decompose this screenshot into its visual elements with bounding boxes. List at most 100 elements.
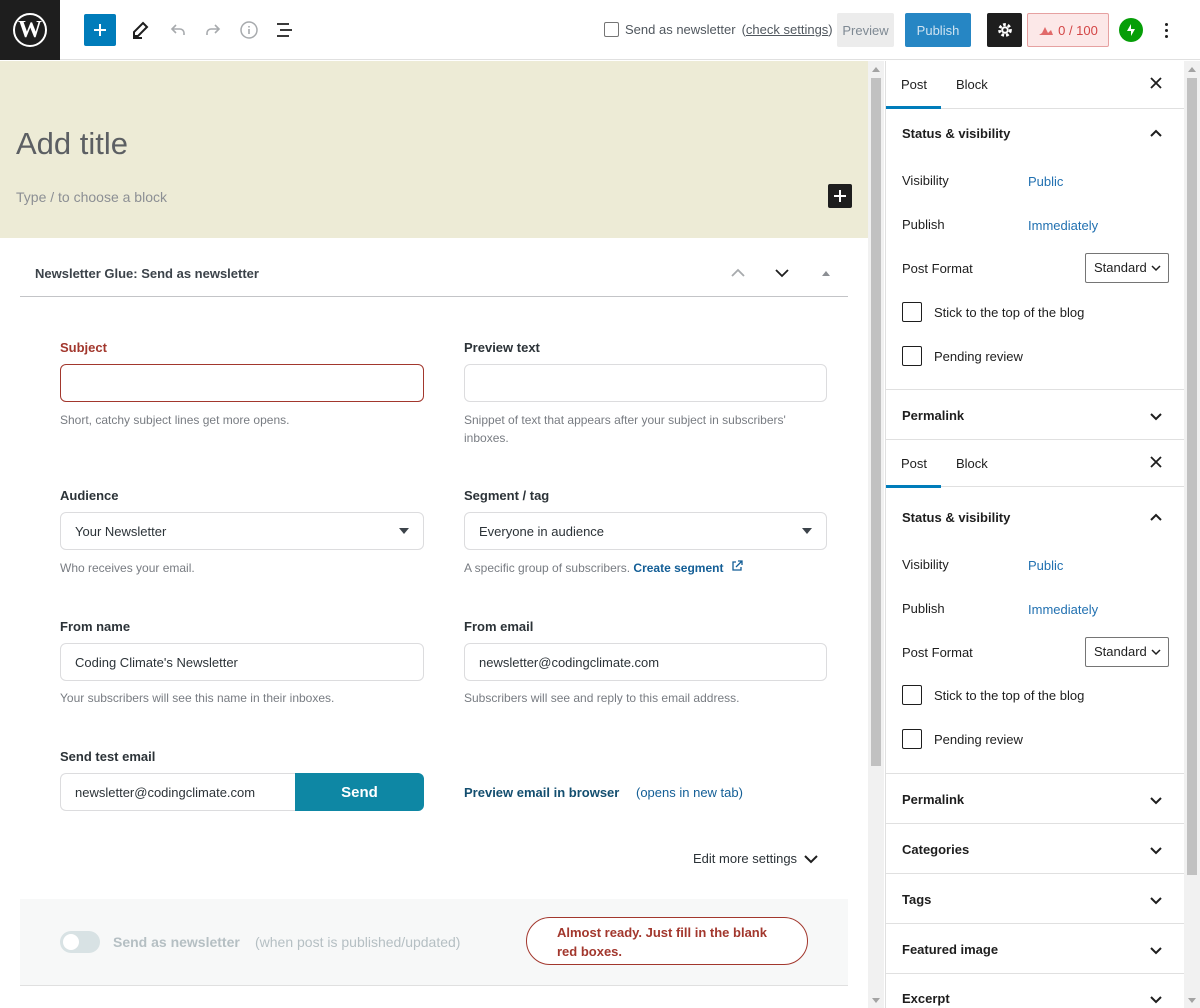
- chevron-up-icon[interactable]: [1149, 510, 1163, 524]
- create-segment-link[interactable]: Create segment: [633, 560, 743, 575]
- jetpack-button[interactable]: [1119, 18, 1143, 42]
- chevron-down-icon[interactable]: [1149, 992, 1163, 1006]
- pencil-icon: [133, 21, 149, 39]
- settings-button[interactable]: [987, 13, 1022, 47]
- chevron-up-icon[interactable]: [1149, 126, 1163, 140]
- editor-toolbar: W Send as newsletter (check settings) Pr…: [0, 0, 1200, 60]
- permalink-heading[interactable]: Permalink: [902, 792, 964, 807]
- preview-in-browser-link[interactable]: Preview email in browser: [464, 785, 619, 800]
- plus-icon: [834, 190, 846, 202]
- details-button[interactable]: [233, 14, 265, 46]
- from-email-label: From email: [464, 619, 534, 634]
- sidebar-scroll-thumb[interactable]: [1187, 78, 1197, 875]
- seo-score-button[interactable]: 0 / 100: [1027, 13, 1109, 47]
- permalink-heading[interactable]: Permalink: [902, 408, 964, 423]
- sidebar-scrollbar[interactable]: [1184, 61, 1200, 1008]
- scroll-down-arrow[interactable]: [1184, 992, 1200, 1008]
- excerpt-heading[interactable]: Excerpt: [902, 991, 950, 1006]
- segment-label: Segment / tag: [464, 488, 550, 503]
- alert-line-1: Almost ready. Just fill in the blank: [557, 925, 767, 940]
- post-format-label: Post Format: [902, 645, 973, 660]
- divider: [886, 773, 1184, 774]
- block-appender[interactable]: Type / to choose a block: [16, 189, 167, 205]
- scroll-up-arrow[interactable]: [868, 61, 884, 77]
- chevron-down-icon[interactable]: [1149, 943, 1163, 957]
- publish-date-link[interactable]: Immediately: [1028, 602, 1098, 617]
- close-icon[interactable]: [1148, 75, 1164, 91]
- send-as-newsletter-switch[interactable]: [60, 931, 100, 953]
- pending-review-checkbox[interactable]: [902, 346, 922, 366]
- send-as-newsletter-checkbox[interactable]: [604, 22, 619, 37]
- publish-label: Publish: [902, 217, 945, 232]
- sticky-label: Stick to the top of the blog: [934, 688, 1085, 703]
- send-as-newsletter-toggle[interactable]: Send as newsletter (check settings): [604, 22, 833, 37]
- tools-button[interactable]: [124, 14, 156, 46]
- arrow-up-icon: [872, 66, 880, 72]
- test-email-input[interactable]: newsletter@codingclimate.com: [60, 773, 296, 811]
- editor-scrollbar[interactable]: [868, 61, 884, 1008]
- close-icon[interactable]: [1148, 454, 1164, 470]
- options-menu-button[interactable]: [1156, 14, 1176, 46]
- segment-select[interactable]: Everyone in audience: [464, 512, 827, 550]
- move-down-button[interactable]: [770, 261, 794, 285]
- tags-heading[interactable]: Tags: [902, 892, 931, 907]
- featured-image-heading[interactable]: Featured image: [902, 942, 998, 957]
- editor-canvas: Add title Type / to choose a block Newsl…: [0, 61, 868, 1008]
- preview-button[interactable]: Preview: [837, 13, 894, 47]
- from-name-input[interactable]: Coding Climate's Newsletter: [60, 643, 424, 681]
- active-tab-indicator: [886, 485, 941, 488]
- seo-score-label: 0 / 100: [1058, 22, 1098, 38]
- wordpress-logo[interactable]: W: [0, 0, 60, 60]
- pending-review-checkbox[interactable]: [902, 729, 922, 749]
- categories-heading[interactable]: Categories: [902, 842, 969, 857]
- edit-more-settings-button[interactable]: Edit more settings: [693, 851, 818, 866]
- create-segment-label: Create segment: [633, 561, 724, 575]
- editor-scroll-thumb[interactable]: [871, 78, 881, 766]
- scroll-down-arrow[interactable]: [868, 992, 884, 1008]
- status-visibility-heading[interactable]: Status & visibility: [902, 510, 1010, 525]
- segment-help: A specific group of subscribers. Create …: [464, 559, 743, 577]
- send-test-button[interactable]: Send: [295, 773, 424, 811]
- post-title-input[interactable]: Add title: [16, 126, 128, 162]
- tab-post[interactable]: Post: [901, 456, 927, 471]
- post-format-select[interactable]: Standard: [1085, 253, 1169, 283]
- tab-block[interactable]: Block: [956, 456, 988, 471]
- redo-button[interactable]: [197, 14, 229, 46]
- chevron-down-icon[interactable]: [1149, 893, 1163, 907]
- undo-button[interactable]: [162, 14, 194, 46]
- from-email-input[interactable]: newsletter@codingclimate.com: [464, 643, 827, 681]
- list-view-button[interactable]: [269, 14, 301, 46]
- chevron-down-icon[interactable]: [1149, 793, 1163, 807]
- publish-date-link[interactable]: Immediately: [1028, 218, 1098, 233]
- wordpress-icon: W: [13, 13, 47, 47]
- chevron-down-icon[interactable]: [1149, 843, 1163, 857]
- add-block-button[interactable]: [84, 14, 116, 46]
- sticky-checkbox[interactable]: [902, 302, 922, 322]
- check-settings-link[interactable]: check settings: [746, 22, 828, 37]
- post-format-select[interactable]: Standard: [1085, 637, 1169, 667]
- gear-icon: [997, 23, 1012, 37]
- newsletter-status-bar: Send as newsletter (when post is publish…: [20, 899, 848, 985]
- audience-select[interactable]: Your Newsletter: [60, 512, 424, 550]
- inline-add-block-button[interactable]: [828, 184, 852, 208]
- kebab-dot: [1164, 28, 1168, 32]
- preview-text-input[interactable]: [464, 364, 827, 402]
- switch-label: Send as newsletter: [113, 934, 240, 950]
- move-up-button[interactable]: [726, 261, 750, 285]
- kebab-dot: [1164, 34, 1168, 38]
- tab-block[interactable]: Block: [956, 77, 988, 92]
- visibility-value-link[interactable]: Public: [1028, 558, 1063, 573]
- chevron-down-icon[interactable]: [1149, 409, 1163, 423]
- subject-input[interactable]: [60, 364, 424, 402]
- visibility-label: Visibility: [902, 173, 949, 188]
- publish-button[interactable]: Publish: [905, 13, 971, 47]
- tab-post[interactable]: Post: [901, 77, 927, 92]
- visibility-value-link[interactable]: Public: [1028, 174, 1063, 189]
- divider: [886, 873, 1184, 874]
- post-format-value: Standard: [1094, 260, 1147, 275]
- scroll-up-arrow[interactable]: [1184, 61, 1200, 77]
- status-visibility-heading[interactable]: Status & visibility: [902, 126, 1010, 141]
- sticky-checkbox[interactable]: [902, 685, 922, 705]
- divider: [886, 973, 1184, 974]
- collapse-panel-button[interactable]: [814, 261, 838, 285]
